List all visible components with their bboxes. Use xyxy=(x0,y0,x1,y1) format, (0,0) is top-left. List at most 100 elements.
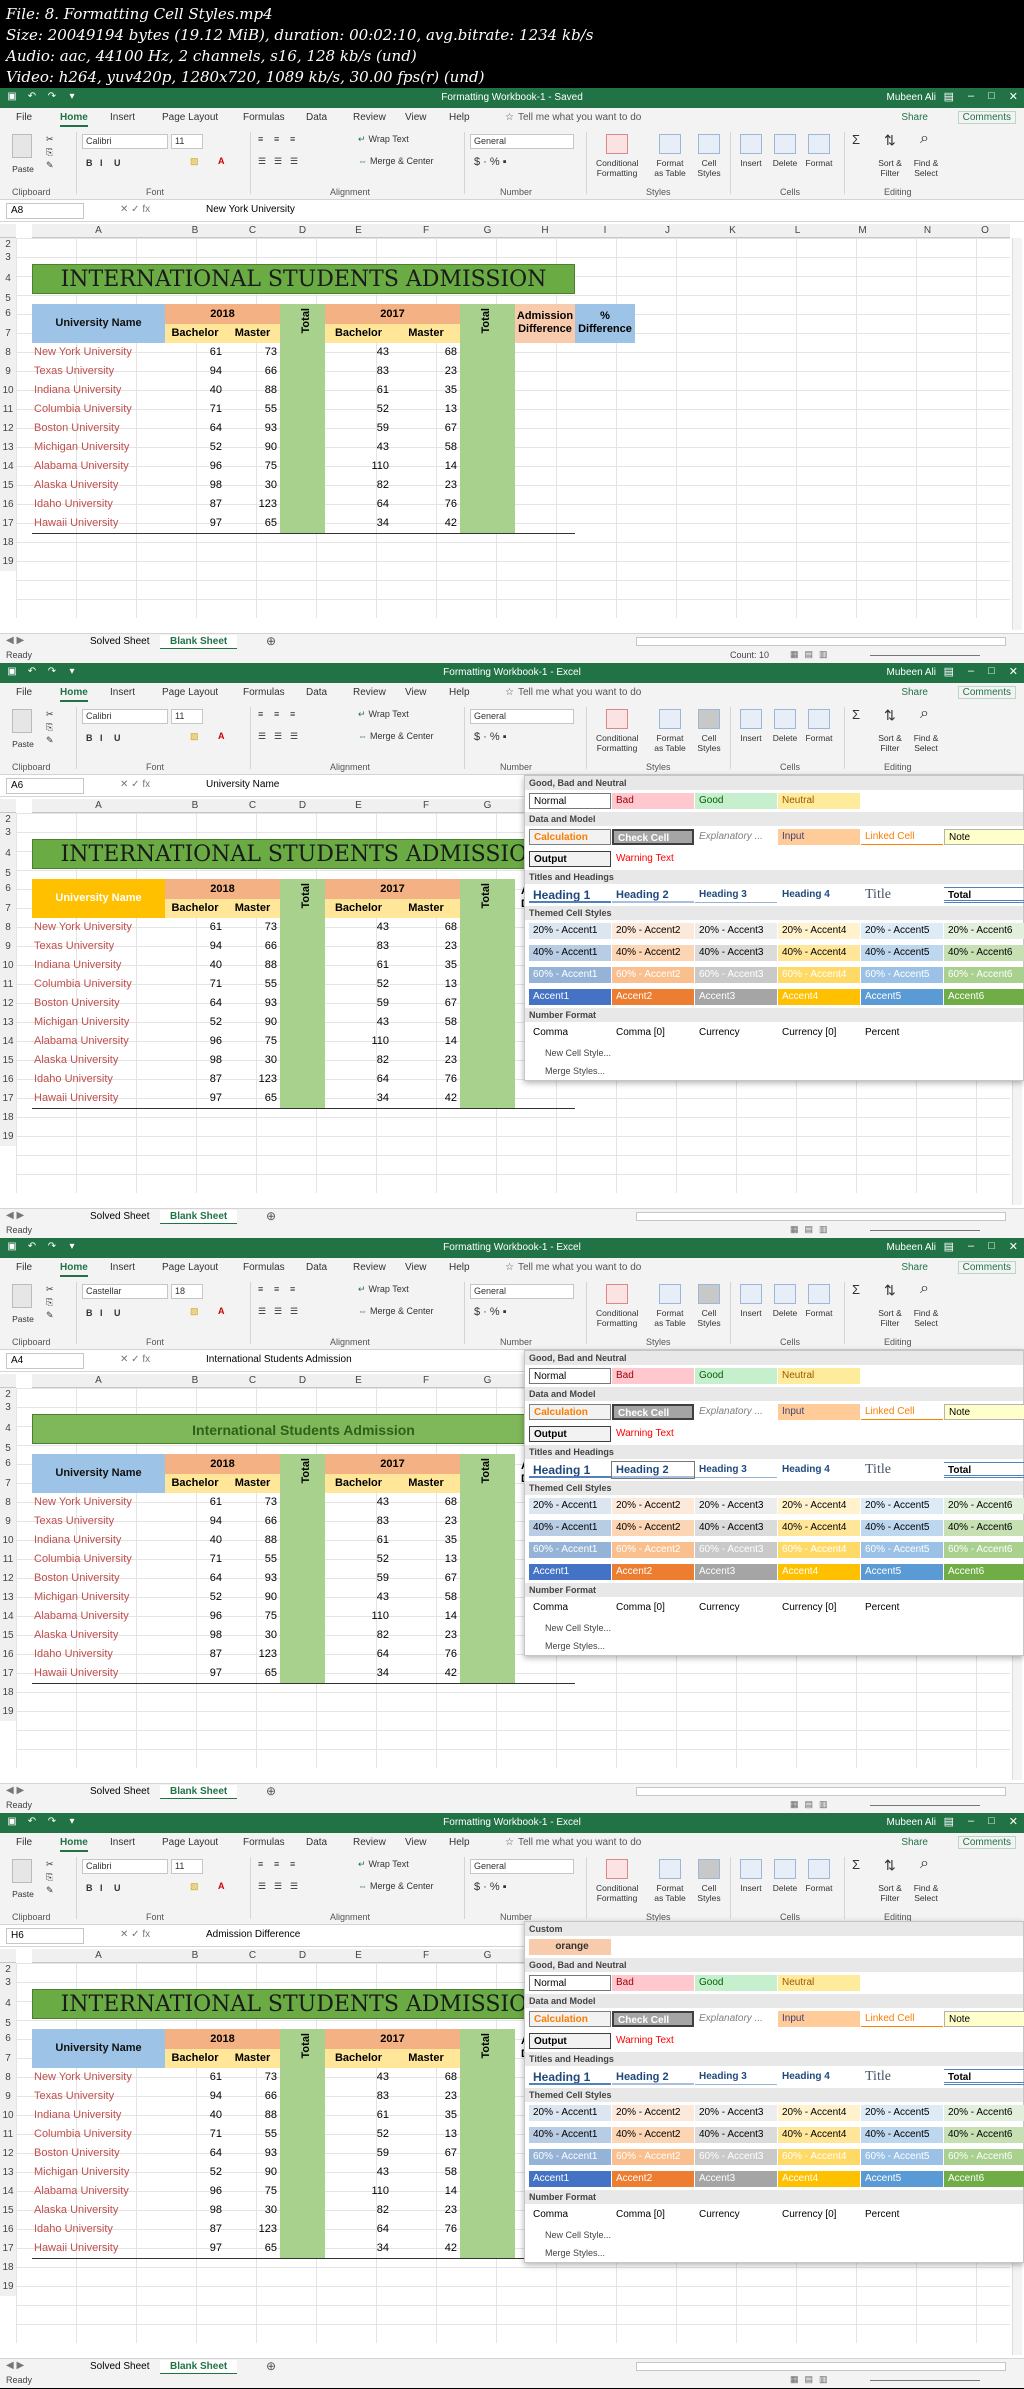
bachelor-2017-cell[interactable]: 34 xyxy=(325,2239,389,2258)
row-header[interactable]: 13 xyxy=(0,438,16,457)
view-buttons-icon[interactable]: ▦▤▥ xyxy=(790,1799,834,1810)
style-60-accent5[interactable]: 60% - Accent5 xyxy=(861,2149,943,2165)
master-2018-cell[interactable]: 65 xyxy=(225,1664,277,1683)
column-header-g[interactable]: G xyxy=(460,224,515,238)
university-name-cell[interactable]: Michigan University xyxy=(34,2163,165,2182)
fx-icon[interactable]: ✕ ✓ fx xyxy=(120,779,150,790)
fx-icon[interactable]: ✕ ✓ fx xyxy=(120,1929,150,1940)
university-name-cell[interactable]: New York University xyxy=(34,1493,165,1512)
conditional-formatting-button[interactable]: Conditional Formatting xyxy=(596,158,639,178)
column-header-d[interactable]: D xyxy=(280,799,325,813)
column-header-a[interactable]: A xyxy=(32,799,165,813)
row-header[interactable]: 9 xyxy=(0,937,16,956)
style-linked-cell[interactable]: Linked Cell xyxy=(861,2011,943,2027)
column-header-b[interactable]: B xyxy=(165,799,225,813)
bachelor-2018-cell[interactable]: 71 xyxy=(165,975,222,994)
style-calculation[interactable]: Calculation xyxy=(529,829,611,845)
style-accent6[interactable]: Accent6 xyxy=(944,989,1024,1005)
university-name-cell[interactable]: Alabama University xyxy=(34,457,165,476)
master-2017-cell[interactable]: 13 xyxy=(392,2125,457,2144)
master-2018-cell[interactable]: 93 xyxy=(225,419,277,438)
row-header[interactable]: 2 xyxy=(0,238,16,251)
master-2017-cell[interactable]: 23 xyxy=(392,476,457,495)
row-header[interactable]: 12 xyxy=(0,994,16,1013)
master-2017-cell[interactable]: 23 xyxy=(392,1512,457,1531)
bachelor-2017-cell[interactable]: 64 xyxy=(325,1645,389,1664)
share-button[interactable]: Share xyxy=(901,687,928,698)
style-20-accent6[interactable]: 20% - Accent6 xyxy=(944,1498,1024,1514)
style-heading-1[interactable]: Heading 1 xyxy=(529,887,611,903)
row-header[interactable]: 15 xyxy=(0,476,16,495)
bachelor-2017-cell[interactable]: 34 xyxy=(325,514,389,533)
bachelor-2017-cell[interactable]: 43 xyxy=(325,343,389,362)
bachelor-2018-header[interactable]: Bachelor xyxy=(165,899,225,918)
search-icon[interactable]: ⌕ xyxy=(920,1855,929,1873)
style-60-accent1[interactable]: 60% - Accent1 xyxy=(529,967,611,983)
row-header[interactable]: 18 xyxy=(0,2258,16,2277)
style-calculation[interactable]: Calculation xyxy=(529,2011,611,2027)
style-heading-2[interactable]: Heading 2 xyxy=(612,887,694,903)
row-header[interactable]: 18 xyxy=(0,533,16,552)
style-40-accent3[interactable]: 40% - Accent3 xyxy=(695,945,777,961)
tab-help[interactable]: Help xyxy=(449,1262,470,1273)
master-2017-cell[interactable]: 14 xyxy=(392,457,457,476)
bachelor-2018-cell[interactable]: 94 xyxy=(165,362,222,381)
bachelor-2018-cell[interactable]: 97 xyxy=(165,1089,222,1108)
admission-difference-header[interactable]: Admission Difference xyxy=(515,304,575,343)
university-name-cell[interactable]: Michigan University xyxy=(34,1013,165,1032)
style-percent[interactable]: Percent xyxy=(861,1025,943,1041)
bachelor-2017-cell[interactable]: 64 xyxy=(325,495,389,514)
style-40-accent5[interactable]: 40% - Accent5 xyxy=(861,1520,943,1536)
format-as-table-button[interactable]: Format as Table xyxy=(652,733,688,753)
style-comma[interactable]: Comma xyxy=(529,1600,611,1616)
insert-cells-button[interactable]: Insert xyxy=(736,733,766,743)
bachelor-2017-cell[interactable]: 64 xyxy=(325,2220,389,2239)
bachelor-2018-cell[interactable]: 64 xyxy=(165,994,222,1013)
add-sheet-icon[interactable]: ⊕ xyxy=(266,1209,276,1223)
align-center-icon[interactable]: ☰ xyxy=(274,731,282,742)
bachelor-2017-cell[interactable]: 43 xyxy=(325,438,389,457)
master-2017-cell[interactable]: 42 xyxy=(392,1664,457,1683)
paste-icon[interactable] xyxy=(12,134,32,158)
style-custom-orange[interactable]: orange xyxy=(529,1939,611,1955)
master-2018-cell[interactable]: 66 xyxy=(225,937,277,956)
maximize-icon[interactable]: □ xyxy=(988,665,995,678)
format-cells-icon[interactable] xyxy=(808,709,830,729)
university-name-cell[interactable]: New York University xyxy=(34,918,165,937)
master-2018-cell[interactable]: 30 xyxy=(225,1051,277,1070)
user-name[interactable]: Mubeen Ali xyxy=(887,1242,936,1253)
tab-page-layout[interactable]: Page Layout xyxy=(162,1837,218,1848)
bachelor-2018-cell[interactable]: 71 xyxy=(165,1550,222,1569)
style-40-accent1[interactable]: 40% - Accent1 xyxy=(529,2127,611,2143)
conditional-formatting-icon[interactable] xyxy=(606,709,628,729)
year-2018-header[interactable]: 2018 xyxy=(165,1454,280,1474)
zoom-slider[interactable] xyxy=(870,1230,980,1231)
align-center-icon[interactable]: ☰ xyxy=(274,1306,282,1317)
view-buttons-icon[interactable]: ▦▤▥ xyxy=(790,2374,834,2385)
master-2017-cell[interactable]: 13 xyxy=(392,975,457,994)
tab-file[interactable]: File xyxy=(16,1837,32,1848)
master-2018-cell[interactable]: 30 xyxy=(225,2201,277,2220)
cell-styles-icon[interactable] xyxy=(698,1284,720,1304)
format-as-table-icon[interactable] xyxy=(659,709,681,729)
delete-cells-icon[interactable] xyxy=(774,709,796,729)
style-note[interactable]: Note xyxy=(944,1404,1024,1420)
bachelor-2017-cell[interactable]: 82 xyxy=(325,1626,389,1645)
bachelor-2017-cell[interactable]: 110 xyxy=(325,1607,389,1626)
cell-styles-icon[interactable] xyxy=(698,709,720,729)
insert-cells-button[interactable]: Insert xyxy=(736,1308,766,1318)
add-sheet-icon[interactable]: ⊕ xyxy=(266,1784,276,1798)
bachelor-2018-cell[interactable]: 52 xyxy=(165,2163,222,2182)
tab-review[interactable]: Review xyxy=(353,1837,386,1848)
row-header[interactable]: 5 xyxy=(0,2019,16,2029)
year-2017-header[interactable]: 2017 xyxy=(325,304,460,324)
sheet-tab-solved[interactable]: Solved Sheet xyxy=(80,1785,160,1798)
sort-filter-button[interactable]: Sort & Filter xyxy=(874,1883,906,1903)
row-header[interactable]: 7 xyxy=(0,324,16,343)
align-bottom-icon[interactable]: ≡ xyxy=(290,709,295,719)
master-2017-cell[interactable]: 23 xyxy=(392,937,457,956)
row-header[interactable]: 4 xyxy=(0,839,16,869)
add-sheet-icon[interactable]: ⊕ xyxy=(266,2359,276,2373)
master-2018-cell[interactable]: 55 xyxy=(225,2125,277,2144)
style-good[interactable]: Good xyxy=(695,1975,777,1991)
